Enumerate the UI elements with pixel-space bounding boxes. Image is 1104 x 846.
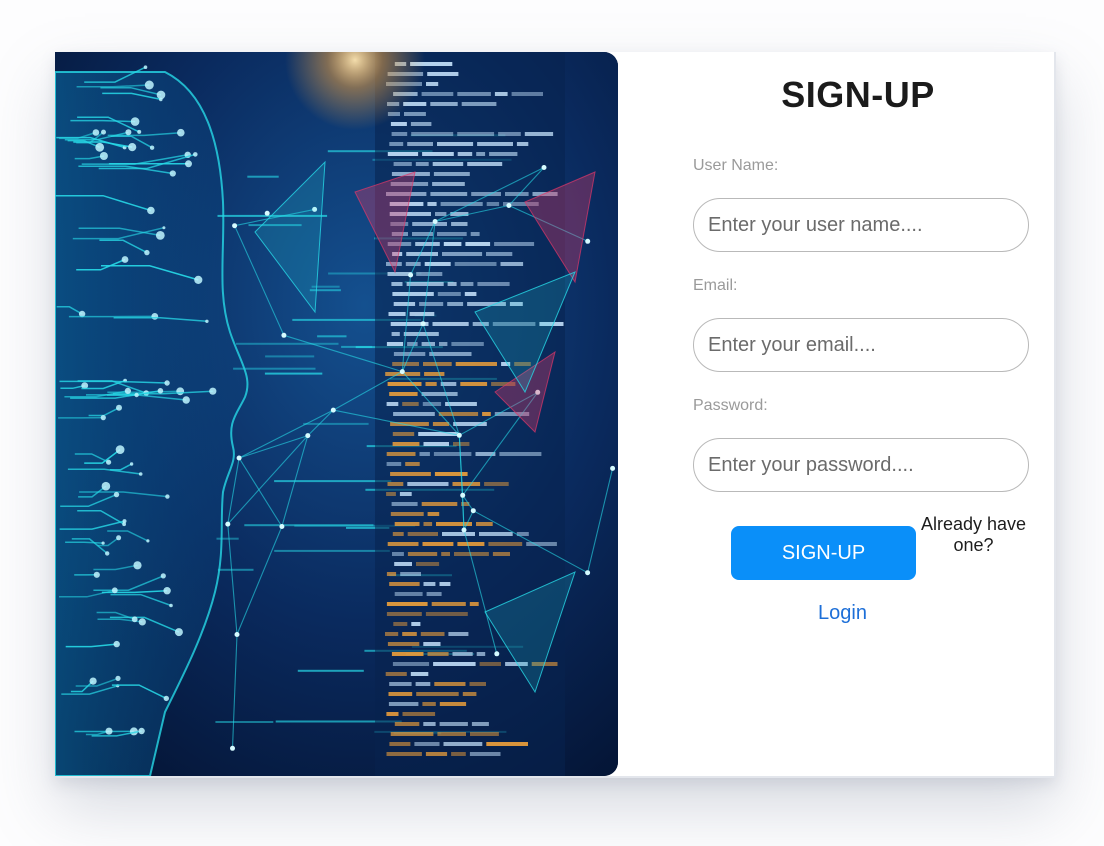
username-label: User Name: <box>693 157 779 174</box>
password-input[interactable] <box>693 438 1029 492</box>
signup-form: SIGN-UP User Name: Email: Password: SIGN… <box>618 52 1054 776</box>
username-input[interactable] <box>693 198 1029 252</box>
page-background: SIGN-UP User Name: Email: Password: SIGN… <box>0 0 1104 846</box>
hero-image <box>55 52 618 776</box>
signup-card: SIGN-UP User Name: Email: Password: SIGN… <box>55 52 1056 778</box>
page-title: SIGN-UP <box>781 74 935 115</box>
email-input[interactable] <box>693 318 1029 372</box>
login-link[interactable]: Login <box>818 602 867 625</box>
already-have-account-text: Already have one? <box>920 514 1027 555</box>
ai-face-illustration <box>55 52 618 776</box>
password-label: Password: <box>693 397 768 414</box>
email-label: Email: <box>693 277 738 294</box>
signup-button[interactable]: SIGN-UP <box>731 526 916 580</box>
